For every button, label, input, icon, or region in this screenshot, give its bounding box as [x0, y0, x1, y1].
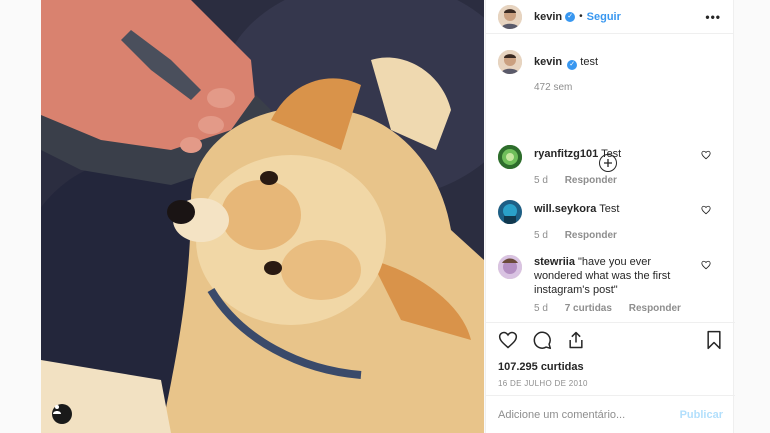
comment-age: 5 d — [534, 175, 548, 186]
comment-username[interactable]: will.seykora — [534, 203, 596, 215]
dog-photo-illustration — [41, 0, 484, 433]
commenter-avatar[interactable] — [498, 145, 522, 169]
caption-username[interactable]: kevin — [534, 56, 562, 68]
caption-meta: 472 sem — [534, 82, 723, 93]
follow-button[interactable]: Seguir — [587, 11, 621, 23]
reply-button[interactable]: Responder — [565, 175, 617, 186]
post-side-panel: kevin ✓ • Seguir ••• kevin ✓ test 472 se… — [485, 0, 735, 433]
comment-username[interactable]: ryanfitzg101 — [534, 148, 598, 160]
likes-count[interactable]: 107.295 curtidas — [498, 361, 723, 373]
commenter-avatar[interactable] — [498, 200, 522, 224]
comment-item: stewriia "have you ever wondered what wa… — [498, 255, 723, 314]
heart-icon[interactable] — [498, 330, 518, 355]
reply-button[interactable]: Responder — [565, 230, 617, 241]
verified-badge-icon: ✓ — [567, 60, 578, 70]
comment-like-heart-icon[interactable] — [701, 147, 711, 165]
comment-likes-count[interactable]: 7 curtidas — [565, 303, 612, 314]
comment-item: ryanfitzg101 Test 5 d Responder — [498, 145, 723, 186]
caption-text: test — [580, 56, 598, 68]
comment-age: 5 d — [534, 303, 548, 314]
post-caption: kevin ✓ test — [498, 50, 723, 74]
user-tag-icon[interactable] — [52, 404, 72, 424]
comment-text: Test — [599, 203, 620, 215]
commenter-avatar[interactable] — [498, 255, 522, 279]
right-gutter — [735, 0, 770, 433]
comment-age: 5 d — [534, 230, 548, 241]
separator-dot: • — [579, 11, 583, 22]
comment-icon[interactable] — [532, 330, 552, 355]
reply-button[interactable]: Responder — [629, 303, 681, 314]
comment-like-heart-icon[interactable] — [701, 202, 711, 220]
post-header: kevin ✓ • Seguir ••• — [486, 0, 733, 34]
verified-badge-icon: ✓ — [565, 11, 576, 22]
bookmark-icon[interactable] — [705, 330, 723, 355]
post-date: 16 DE JULHO DE 2010 — [498, 379, 588, 388]
caption-age: 472 sem — [534, 82, 573, 93]
comment-username[interactable]: stewriia — [534, 256, 575, 268]
more-options-icon[interactable]: ••• — [705, 10, 721, 24]
comment-like-heart-icon[interactable] — [701, 257, 711, 275]
caption-author-avatar[interactable] — [498, 50, 522, 74]
comments-list: kevin ✓ test 472 sem ryanfitzg101 Test 5… — [486, 50, 735, 321]
post-photo[interactable] — [41, 0, 484, 433]
comment-composer: Publicar — [486, 395, 735, 433]
author-username[interactable]: kevin — [534, 11, 562, 23]
instagram-post-view: kevin ✓ • Seguir ••• kevin ✓ test 472 se… — [0, 0, 770, 433]
author-avatar[interactable] — [498, 4, 522, 29]
comment-item: will.seykora Test 5 d Responder — [498, 200, 723, 241]
share-icon[interactable] — [566, 330, 586, 355]
publish-button[interactable]: Publicar — [680, 409, 723, 421]
comment-input[interactable] — [498, 408, 680, 421]
action-icons-row — [498, 323, 723, 361]
comment-text: Test — [601, 148, 622, 160]
